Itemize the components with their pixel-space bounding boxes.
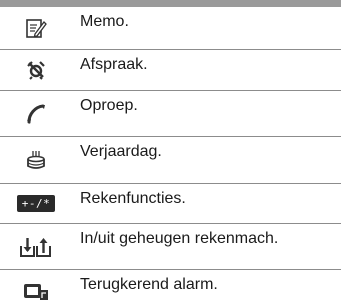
appointment-icon	[0, 50, 72, 90]
row-label: Rekenfuncties.	[80, 190, 186, 207]
birthday-cake-icon	[0, 137, 72, 183]
row-label: Oproep.	[80, 97, 138, 114]
row-label: Terugkerend alarm.	[80, 276, 218, 293]
list-item: +-/* Rekenfuncties.	[0, 184, 341, 224]
legend-table: Memo. Afspraak. Oproep. Verjaardag. +-/*…	[0, 0, 341, 301]
list-item: Verjaardag.	[0, 137, 341, 184]
memo-icon	[0, 7, 72, 49]
list-item: Oproep.	[0, 91, 341, 137]
row-label: Memo.	[80, 13, 129, 30]
row-label: In/uit geheugen rekenmach.	[80, 230, 279, 247]
list-item: Terugkerend alarm.	[0, 270, 341, 301]
calculator-functions-icon: +-/*	[0, 184, 72, 223]
header-bar	[0, 0, 341, 7]
list-item: Afspraak.	[0, 50, 341, 91]
memory-in-out-icon	[0, 224, 72, 269]
phone-call-icon	[0, 91, 72, 136]
recurring-alarm-icon	[0, 270, 72, 301]
list-item: In/uit geheugen rekenmach.	[0, 224, 341, 270]
calculator-functions-icon-text: +-/*	[16, 195, 56, 212]
list-item: Memo.	[0, 7, 341, 50]
row-label: Verjaardag.	[80, 143, 162, 160]
row-label: Afspraak.	[80, 56, 148, 73]
